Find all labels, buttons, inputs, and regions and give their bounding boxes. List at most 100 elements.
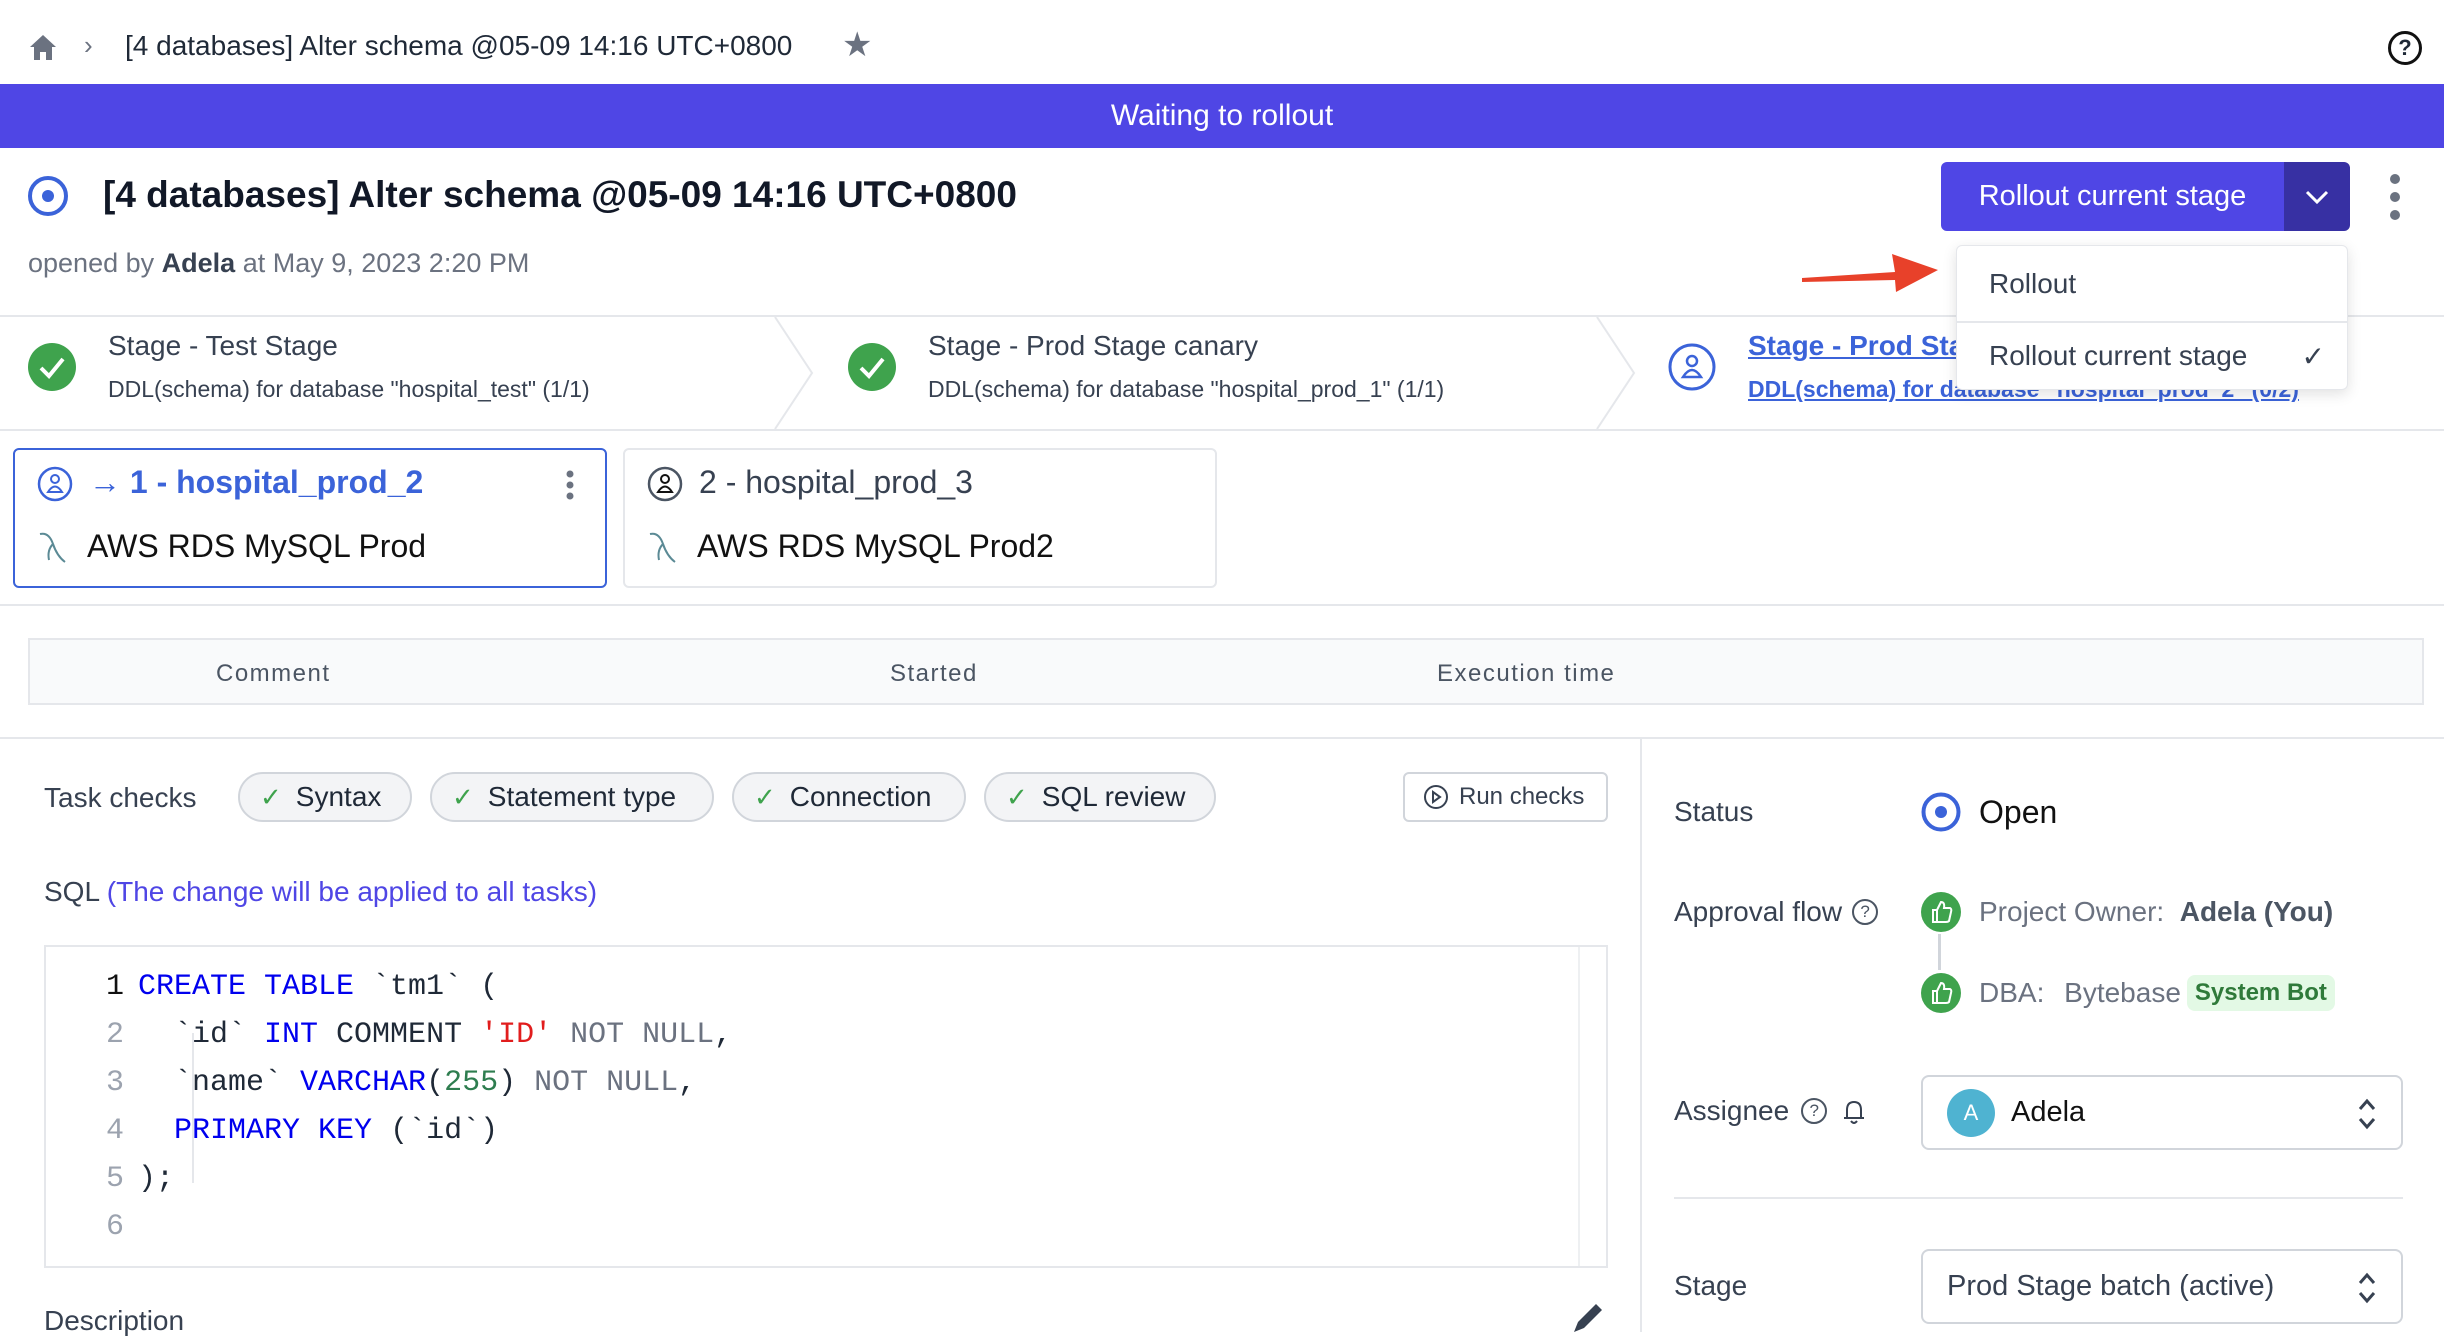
stage-separator: [1596, 317, 1636, 429]
line-number: 5: [105, 1162, 124, 1196]
stage-subtitle: DDL(schema) for database "hospital_test"…: [108, 376, 590, 402]
user-circle-icon: [1668, 343, 1716, 390]
code-line: CREATE TABLE `tm1` (: [138, 970, 499, 1004]
sql-label: SQL (The change will be applied to all t…: [44, 876, 597, 908]
star-icon[interactable]: ★: [842, 28, 872, 62]
code-line: `id` INT COMMENT 'ID' NOT NULL,: [138, 1018, 733, 1052]
stage-test[interactable]: Stage - Test Stage DDL(schema) for databa…: [28, 330, 590, 403]
rollout-current-stage-button[interactable]: Rollout current stage: [1941, 162, 2284, 231]
stage-prod-canary[interactable]: Stage - Prod Stage canary DDL(schema) for…: [848, 330, 1444, 403]
assignee-label: Assignee?: [1674, 1095, 1869, 1127]
stage-select[interactable]: Prod Stage batch (active): [1921, 1249, 2403, 1324]
task-title: 1 - hospital_prod_2: [129, 464, 424, 500]
approver-role: DBA:: [1979, 977, 2045, 1008]
chevron-up-down-icon: [2358, 1272, 2376, 1304]
red-arrow-annotation: [1802, 254, 1938, 292]
check-icon: ✓: [452, 781, 474, 812]
menu-item-rollout-current-stage[interactable]: Rollout current stage ✓: [1957, 323, 2347, 389]
sql-title: SQL: [44, 876, 99, 907]
avatar: A: [1947, 1088, 1995, 1137]
line-number: 1: [105, 970, 124, 1004]
check-syntax[interactable]: ✓ Syntax: [238, 772, 412, 822]
check-statement-type[interactable]: ✓ Statement type: [430, 772, 714, 822]
current-task-arrow-icon: →: [89, 464, 121, 500]
line-number: 6: [105, 1210, 124, 1244]
check-icon: ✓: [260, 781, 282, 812]
sql-editor[interactable]: 1 CREATE TABLE `tm1` ( 2 `id` INT COMMENT…: [44, 945, 1608, 1268]
issue-status-icon: [28, 176, 68, 216]
assignee-select[interactable]: A Adela: [1921, 1075, 2403, 1150]
assignee-title: Assignee: [1674, 1095, 1790, 1126]
line-number: 4: [105, 1114, 124, 1148]
menu-item-rollout[interactable]: Rollout: [1957, 246, 2347, 323]
rollout-options-dropdown-button[interactable]: [2284, 162, 2350, 231]
checkmark-icon: ✓: [2301, 340, 2325, 372]
play-circle-icon: [1424, 785, 1448, 809]
approver-name: Bytebase: [2064, 977, 2181, 1008]
status-label: Status: [1674, 796, 1754, 827]
chevron-up-down-icon: [2358, 1098, 2376, 1130]
user-circle-icon: [37, 466, 73, 502]
bell-icon[interactable]: [1839, 1096, 1869, 1126]
task-card-hospital-prod-3[interactable]: 2 - hospital_prod_3 AWS RDS MySQL Prod2: [623, 448, 1217, 588]
run-checks-label: Run checks: [1459, 783, 1585, 810]
stage-subtitle: DDL(schema) for database "hospital_prod_…: [928, 376, 1445, 402]
help-icon[interactable]: ?: [1852, 899, 1879, 925]
opened-date: at May 9, 2023 2:20 PM: [242, 248, 530, 278]
menu-item-label: Rollout current stage: [1989, 340, 2248, 371]
line-number: 2: [105, 1018, 124, 1052]
line-number: 3: [105, 1066, 124, 1100]
more-actions-icon[interactable]: [2388, 172, 2402, 222]
check-sql-review[interactable]: ✓ SQL review: [984, 772, 1216, 822]
task-title: 2 - hospital_prod_3: [699, 464, 973, 500]
check-icon: ✓: [754, 781, 776, 812]
rollout-dropdown-menu: Rollout Rollout current stage ✓: [1956, 245, 2348, 390]
system-bot-badge: System Bot: [2186, 975, 2335, 1011]
more-options-icon[interactable]: [565, 470, 575, 500]
check-connection[interactable]: ✓ Connection: [732, 772, 966, 822]
check-label: Syntax: [295, 781, 382, 812]
code-line: PRIMARY KEY (`id`): [174, 1114, 499, 1148]
run-checks-button[interactable]: Run checks: [1403, 772, 1608, 822]
stage-title: Stage - Test Stage: [108, 330, 338, 361]
task-checks-label: Task checks: [44, 782, 197, 813]
user-circle-icon: [647, 466, 683, 502]
status-text: Open: [1979, 793, 2058, 830]
approval-step-project-owner: Project Owner: Adela (You): [1921, 892, 2333, 932]
status-value: Open: [1921, 792, 2057, 832]
approval-step-dba: DBA: Bytebase System Bot: [1921, 973, 2335, 1013]
check-circle-icon: [848, 342, 896, 391]
stage-label: Stage: [1674, 1270, 1748, 1301]
instance-name: AWS RDS MySQL Prod: [87, 528, 427, 564]
breadcrumb-title: [4 databases] Alter schema @05-09 14:16 …: [125, 30, 793, 61]
thumbs-up-icon: [1921, 973, 1961, 1013]
stage-value: Prod Stage batch (active): [1947, 1270, 2275, 1302]
approver-name: Adela (You): [2179, 896, 2334, 927]
column-header-execution-time: Execution time: [1437, 660, 1616, 687]
mysql-icon: [39, 532, 66, 563]
approver-role: Project Owner:: [1979, 896, 2165, 927]
column-header-comment: Comment: [216, 660, 331, 687]
task-card-hospital-prod-2[interactable]: → 1 - hospital_prod_2 AWS RDS MySQL Prod: [13, 448, 607, 588]
help-icon[interactable]: ?: [2388, 31, 2422, 65]
issue-meta: opened by Adela at May 9, 2023 2:20 PM: [28, 248, 529, 279]
home-icon[interactable]: [28, 33, 58, 61]
stage-separator: [774, 317, 814, 429]
task-run-table-header: Comment Started Execution time: [28, 638, 2424, 705]
help-icon[interactable]: ?: [1801, 1098, 1828, 1124]
column-header-started: Started: [890, 660, 978, 687]
issue-title: [4 databases] Alter schema @05-09 14:16 …: [103, 174, 1017, 215]
opened-prefix: opened by: [28, 248, 155, 278]
issue-author[interactable]: Adela: [162, 248, 236, 278]
approval-flow-title: Approval flow: [1674, 896, 1843, 927]
check-icon: ✓: [1006, 781, 1028, 812]
pencil-icon[interactable]: [1570, 1302, 1606, 1332]
breadcrumb-chevron-icon: ›: [84, 30, 93, 60]
sql-note: (The change will be applied to all tasks…: [106, 876, 598, 907]
instance-name: AWS RDS MySQL Prod2: [697, 528, 1054, 564]
rollout-button-group: Rollout current stage: [1941, 162, 2350, 231]
code-line: `name` VARCHAR(255) NOT NULL,: [138, 1066, 697, 1100]
chevron-down-icon: [2305, 190, 2329, 204]
description-label: Description: [44, 1305, 185, 1336]
open-status-icon: [1921, 792, 1961, 832]
